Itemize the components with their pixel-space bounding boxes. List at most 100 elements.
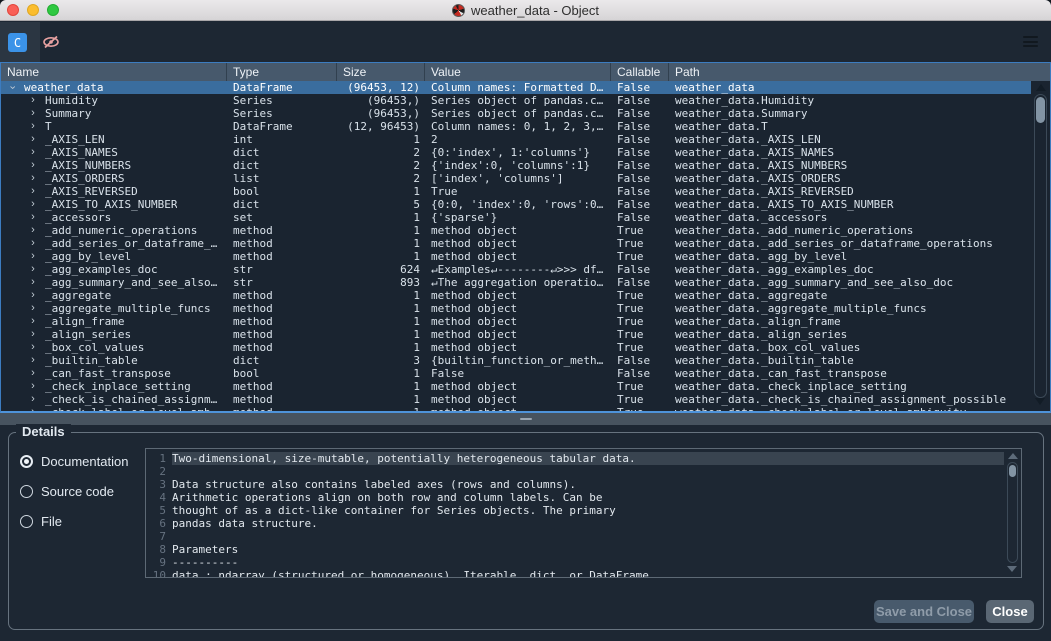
cell-size: 1: [337, 250, 425, 263]
chevron-right-icon[interactable]: ›: [28, 94, 38, 107]
doc-scroll-down-icon[interactable]: [1007, 566, 1017, 572]
chevron-right-icon[interactable]: ›: [28, 198, 38, 211]
table-row[interactable]: ›_AXIS_NAMESdict2{0:'index', 1:'columns'…: [1, 146, 1031, 159]
chevron-right-icon[interactable]: ›: [28, 380, 38, 393]
scroll-up-icon[interactable]: [1036, 84, 1046, 91]
table-row[interactable]: ›_align_seriesmethod1method objectTruewe…: [1, 328, 1031, 341]
chevron-right-icon[interactable]: ›: [28, 328, 38, 341]
table-row[interactable]: ›_builtin_tabledict3{builtin_function_or…: [1, 354, 1031, 367]
cell-size: 1: [337, 185, 425, 198]
radio-documentation[interactable]: Documentation: [20, 454, 128, 468]
doc-line: 10data : ndarray (structured or homogene…: [146, 569, 1004, 578]
cell-callable: False: [611, 133, 669, 146]
cell-type: method: [227, 289, 337, 302]
table-row[interactable]: ›_add_numeric_operationsmethod1method ob…: [1, 224, 1031, 237]
table-row[interactable]: ›_check_is_chained_assignm…method1method…: [1, 393, 1031, 406]
console-tab[interactable]: C: [0, 22, 40, 62]
cell-type: Series: [227, 107, 337, 120]
chevron-right-icon[interactable]: ›: [28, 211, 38, 224]
chevron-right-icon[interactable]: ›: [28, 250, 38, 263]
chevron-right-icon[interactable]: ›: [28, 133, 38, 146]
chevron-down-icon[interactable]: ›: [6, 83, 19, 93]
table-row[interactable]: ›_agg_by_levelmethod1method objectTruewe…: [1, 250, 1031, 263]
cell-callable: False: [611, 120, 669, 133]
table-row[interactable]: ›TDataFrame(12, 96453)Column names: 0, 1…: [1, 120, 1031, 133]
radio-icon[interactable]: [20, 455, 33, 468]
table-scrollbar[interactable]: [1031, 81, 1050, 411]
zoom-window-button[interactable]: [47, 4, 59, 16]
hide-icon[interactable]: [42, 35, 60, 49]
chevron-right-icon[interactable]: ›: [28, 185, 38, 198]
chevron-right-icon[interactable]: ›: [28, 263, 38, 276]
table-row[interactable]: ›_AXIS_TO_AXIS_NUMBERdict5{0:0, 'index':…: [1, 198, 1031, 211]
table-row[interactable]: ›SummarySeries(96453,)Series object of p…: [1, 107, 1031, 120]
scroll-down-icon[interactable]: [1035, 398, 1045, 405]
cell-callable: False: [611, 81, 669, 94]
table-scroll-thumb[interactable]: [1036, 97, 1045, 123]
table-row[interactable]: ›_agg_examples_docstr624↵Examples↵------…: [1, 263, 1031, 276]
column-header-size[interactable]: Size: [337, 63, 425, 81]
chevron-right-icon[interactable]: ›: [28, 393, 38, 406]
table-row[interactable]: ›_check_inplace_settingmethod1method obj…: [1, 380, 1031, 393]
save-and-close-button[interactable]: Save and Close: [874, 600, 974, 623]
chevron-right-icon[interactable]: ›: [28, 224, 38, 237]
table-row[interactable]: ›_can_fast_transposebool1FalseFalseweath…: [1, 367, 1031, 380]
close-button[interactable]: Close: [986, 600, 1034, 623]
column-header-type[interactable]: Type: [227, 63, 337, 81]
table-row[interactable]: ›_add_series_or_dataframe_…method1method…: [1, 237, 1031, 250]
table-row[interactable]: ›_align_framemethod1method objectTruewea…: [1, 315, 1031, 328]
table-row[interactable]: ›HumiditySeries(96453,)Series object of …: [1, 94, 1031, 107]
doc-scroll-thumb[interactable]: [1009, 465, 1016, 477]
chevron-right-icon[interactable]: ›: [28, 289, 38, 302]
cell-size: 1: [337, 302, 425, 315]
chevron-right-icon[interactable]: ›: [28, 406, 38, 411]
chevron-right-icon[interactable]: ›: [28, 367, 38, 380]
doc-scrollbar[interactable]: [1004, 449, 1021, 577]
table-row[interactable]: ›_AXIS_NUMBERSdict2{'index':0, 'columns'…: [1, 159, 1031, 172]
table-row[interactable]: ›_accessorsset1{'sparse'}Falseweather_da…: [1, 211, 1031, 224]
chevron-right-icon[interactable]: ›: [28, 237, 38, 250]
cell-path: weather_data._check_inplace_setting: [669, 380, 1031, 393]
menu-icon[interactable]: [1023, 36, 1038, 47]
table-row[interactable]: ›_agg_summary_and_see_also…str893↵The ag…: [1, 276, 1031, 289]
cell-type: method: [227, 380, 337, 393]
table-row[interactable]: ›_check_label_or_level_amb…method1method…: [1, 406, 1031, 411]
doc-scroll-up-icon[interactable]: [1008, 453, 1018, 459]
chevron-right-icon[interactable]: ›: [28, 302, 38, 315]
table-row[interactable]: ›_aggregatemethod1method objectTrueweath…: [1, 289, 1031, 302]
table-scroll-track[interactable]: [1034, 94, 1047, 398]
chevron-right-icon[interactable]: ›: [28, 276, 38, 289]
minimize-window-button[interactable]: [27, 4, 39, 16]
chevron-right-icon[interactable]: ›: [28, 315, 38, 328]
cell-value: method object: [425, 393, 611, 406]
cell-callable: False: [611, 107, 669, 120]
radio-icon[interactable]: [20, 485, 33, 498]
column-header-name[interactable]: Name: [1, 63, 227, 81]
table-row[interactable]: ›_AXIS_LENint12Falseweather_data._AXIS_L…: [1, 133, 1031, 146]
chevron-right-icon[interactable]: ›: [28, 107, 38, 120]
table-row[interactable]: ›_box_col_valuesmethod1method objectTrue…: [1, 341, 1031, 354]
attribute-table: Name Type Size Value Callable Path ›weat…: [0, 62, 1051, 413]
close-window-button[interactable]: [7, 4, 19, 16]
chevron-right-icon[interactable]: ›: [28, 354, 38, 367]
column-header-path[interactable]: Path: [669, 63, 1050, 81]
radio-source-code[interactable]: Source code: [20, 484, 128, 498]
table-row[interactable]: ›_AXIS_REVERSEDbool1TrueFalseweather_dat…: [1, 185, 1031, 198]
cell-value: method object: [425, 380, 611, 393]
splitter-handle[interactable]: [0, 413, 1051, 425]
chevron-right-icon[interactable]: ›: [28, 146, 38, 159]
column-header-callable[interactable]: Callable: [611, 63, 669, 81]
doc-scroll-track[interactable]: [1007, 462, 1018, 563]
chevron-right-icon[interactable]: ›: [28, 120, 38, 133]
table-row[interactable]: ›_AXIS_ORDERSlist2['index', 'columns']Fa…: [1, 172, 1031, 185]
chevron-right-icon[interactable]: ›: [28, 159, 38, 172]
cell-name: ›Humidity: [1, 94, 227, 107]
chevron-right-icon[interactable]: ›: [28, 172, 38, 185]
chevron-right-icon[interactable]: ›: [28, 341, 38, 354]
table-row[interactable]: ›_aggregate_multiple_funcsmethod1method …: [1, 302, 1031, 315]
radio-icon[interactable]: [20, 515, 33, 528]
column-header-value[interactable]: Value: [425, 63, 611, 81]
radio-file[interactable]: File: [20, 514, 128, 528]
table-row[interactable]: ›weather_dataDataFrame(96453, 12)Column …: [1, 81, 1031, 94]
console-icon[interactable]: C: [8, 33, 27, 52]
